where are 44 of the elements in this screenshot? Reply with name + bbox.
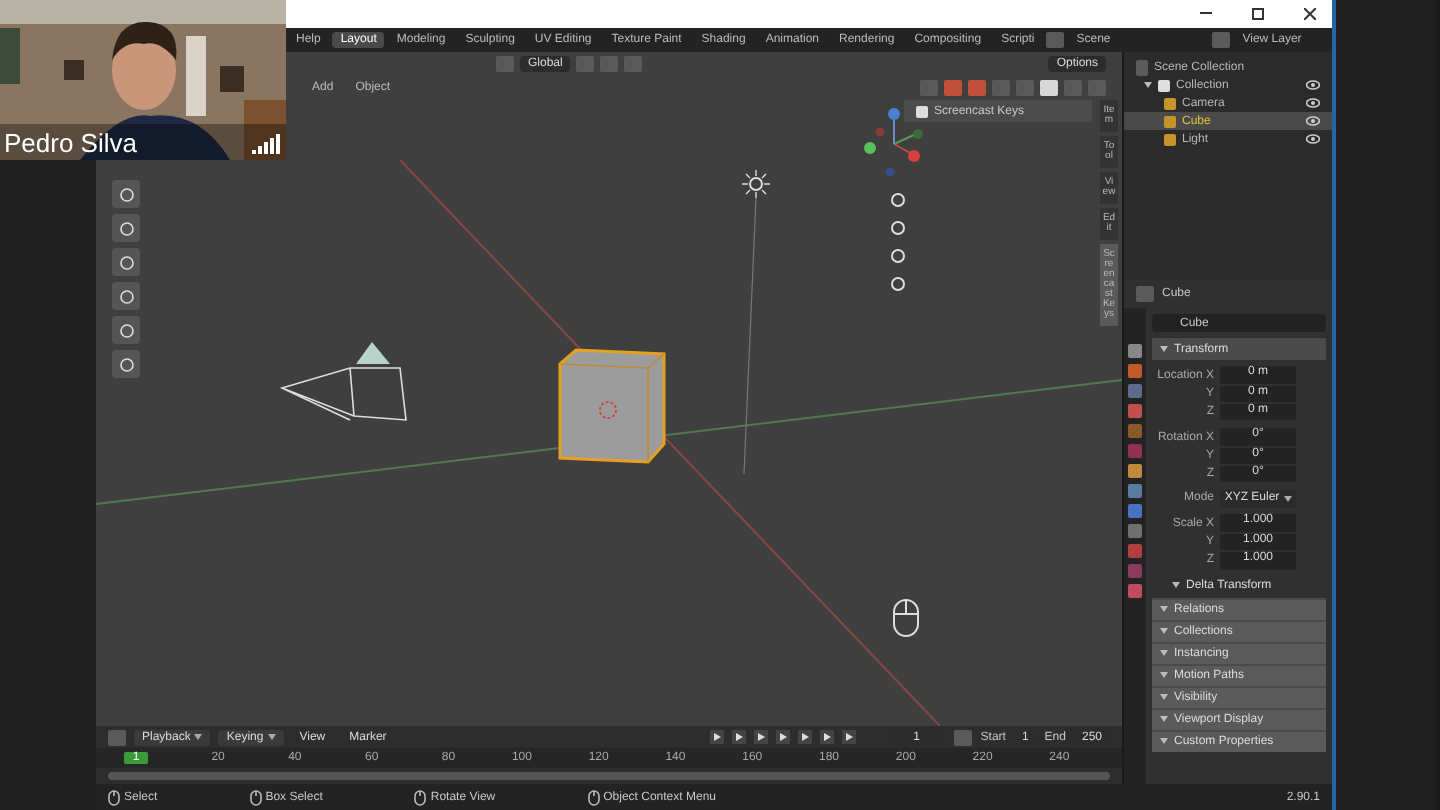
maximize-icon[interactable] — [1252, 8, 1264, 20]
scale-tool-button[interactable] — [112, 248, 140, 276]
mouse-icon — [108, 789, 120, 805]
circle-icon — [117, 287, 135, 305]
participant-name: Pedro Silva — [4, 128, 137, 158]
circle-icon — [117, 185, 135, 203]
caret-icon — [267, 734, 276, 740]
expand-icon[interactable] — [1144, 81, 1152, 89]
expand-icon[interactable] — [1172, 582, 1180, 591]
eye-icon[interactable] — [1306, 116, 1320, 126]
expand-icon[interactable] — [1160, 627, 1168, 636]
expand-icon[interactable] — [1160, 715, 1168, 724]
mouse-icon — [414, 789, 427, 805]
circle-icon — [117, 355, 135, 373]
mouse-icon — [587, 789, 600, 805]
annotate-tool-button[interactable] — [112, 316, 140, 344]
mouse-icon — [249, 789, 262, 805]
expand-icon[interactable] — [1160, 693, 1168, 702]
caret-icon — [194, 734, 203, 740]
measure-tool-button[interactable] — [112, 350, 140, 378]
expand-icon[interactable] — [1160, 671, 1168, 680]
rotate-tool-button[interactable] — [112, 214, 140, 242]
move-tool-button[interactable] — [112, 180, 140, 208]
minimize-icon[interactable] — [1200, 12, 1212, 16]
cube-drawing — [556, 348, 668, 464]
transform-tool-button[interactable] — [112, 282, 140, 310]
scrollbar[interactable] — [108, 772, 1110, 780]
eye-icon[interactable] — [1306, 98, 1320, 108]
expand-icon[interactable] — [1160, 737, 1168, 746]
circle-icon — [117, 219, 135, 237]
signal-icon — [252, 134, 280, 154]
circle-icon — [117, 253, 135, 271]
mouse-icon — [892, 598, 920, 638]
close-icon[interactable] — [1304, 8, 1316, 20]
eye-icon[interactable] — [1306, 80, 1320, 90]
circle-icon — [117, 321, 135, 339]
play-icon[interactable] — [798, 730, 813, 744]
expand-icon[interactable] — [1160, 649, 1168, 658]
eye-icon[interactable] — [1306, 134, 1320, 144]
checkbox[interactable] — [916, 105, 928, 117]
expand-icon[interactable] — [1160, 345, 1168, 353]
checkbox[interactable] — [1158, 79, 1170, 91]
caret-icon — [1283, 495, 1292, 502]
expand-icon[interactable] — [1160, 605, 1168, 614]
